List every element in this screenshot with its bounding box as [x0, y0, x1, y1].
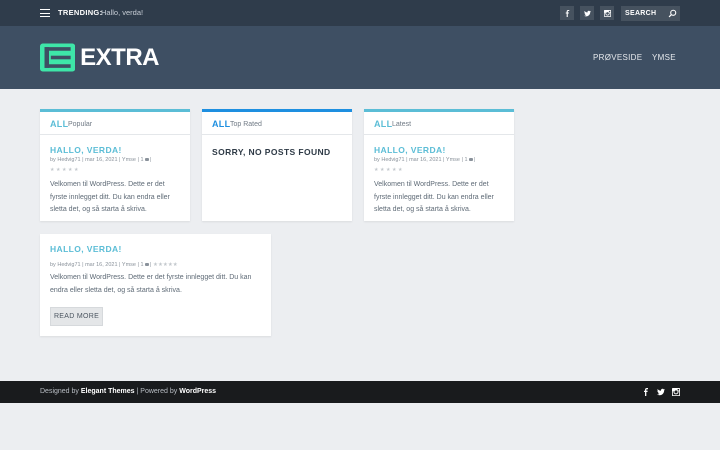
nav-item-proveside[interactable]: PRØVESIDE	[593, 53, 642, 62]
post-title-link[interactable]: HALLO, VERDA!	[50, 244, 122, 254]
widget-header: ALL Popular	[40, 112, 190, 135]
instagram-icon[interactable]	[671, 387, 681, 397]
top-rated-posts-widget: ALL Top Rated SORRY, NO POSTS FOUND	[202, 109, 352, 221]
post-card: HALLO, VERDA! by Hedvig71 | mar 16, 2021…	[40, 234, 271, 336]
post-date: mar 16, 2021	[409, 157, 442, 163]
post-meta: by Hedvig71 | mar 16, 2021 | Ymse | 1 | …	[50, 262, 178, 268]
twitter-icon[interactable]	[656, 387, 666, 397]
post-excerpt: Velkomen til WordPress. Dette er det fyr…	[50, 274, 252, 294]
author-link[interactable]: Hedvig71	[57, 157, 80, 163]
no-posts-message: SORRY, NO POSTS FOUND	[212, 147, 331, 157]
facebook-icon[interactable]	[560, 6, 574, 20]
widget-header: ALL Top Rated	[202, 112, 352, 135]
category-link[interactable]: Ymse	[446, 157, 460, 163]
post-excerpt: Velkomen til WordPress. Dette er det fyr…	[50, 181, 170, 213]
rating-stars[interactable]: ★★★★★	[50, 168, 79, 174]
comment-count[interactable]: 1	[464, 157, 467, 163]
post-meta: by Hedvig71 | mar 16, 2021 | Ymse | 1 |	[374, 157, 476, 163]
post-title-link[interactable]: HALLO, VERDA!	[50, 145, 122, 155]
footer-credits: Designed by Elegant Themes | Powered by …	[40, 388, 217, 395]
trending-label: TRENDING:	[58, 8, 103, 17]
logo-text: EXTRA	[80, 43, 159, 71]
comment-icon	[144, 158, 149, 162]
extra-logo-icon	[40, 43, 76, 72]
widget-tab-label: Top Rated	[230, 121, 262, 128]
read-more-button[interactable]: READ MORE	[50, 307, 103, 326]
tab-all[interactable]: ALL	[50, 119, 68, 129]
instagram-icon[interactable]	[600, 6, 614, 20]
post-date: mar 16, 2021	[85, 157, 118, 163]
widget-header: ALL Latest	[364, 112, 514, 135]
site-footer: Designed by Elegant Themes | Powered by …	[0, 381, 720, 403]
post-date: mar 16, 2021	[85, 262, 118, 268]
post-title-link[interactable]: HALLO, VERDA!	[374, 145, 446, 155]
rating-stars[interactable]: ★★★★★	[153, 262, 178, 268]
search-box	[621, 6, 680, 21]
comment-icon	[468, 158, 473, 162]
popular-posts-widget: ALL Popular HALLO, VERDA! by Hedvig71 | …	[40, 109, 190, 221]
rating-stars[interactable]: ★★★★★	[374, 168, 403, 174]
wordpress-link[interactable]: WordPress	[179, 388, 216, 395]
menu-icon[interactable]	[40, 9, 50, 17]
search-input[interactable]	[621, 6, 667, 21]
widget-tab-label: Popular	[68, 121, 93, 128]
comment-count[interactable]: 1	[140, 262, 143, 268]
elegant-themes-link[interactable]: Elegant Themes	[81, 388, 135, 395]
facebook-icon[interactable]	[641, 387, 651, 397]
twitter-icon[interactable]	[580, 6, 594, 20]
post-meta: by Hedvig71 | mar 16, 2021 | Ymse | 1 |	[50, 157, 152, 163]
post-excerpt: Velkomen til WordPress. Dette er det fyr…	[374, 181, 494, 213]
top-bar: TRENDING: Hallo, verda!	[0, 0, 720, 26]
nav-item-ymse[interactable]: YMSE	[652, 53, 676, 62]
site-logo[interactable]: EXTRA	[40, 42, 159, 73]
category-link[interactable]: Ymse	[122, 157, 136, 163]
author-link[interactable]: Hedvig71	[381, 157, 404, 163]
widget-tab-label: Latest	[392, 121, 412, 128]
author-link[interactable]: Hedvig71	[57, 262, 80, 268]
category-link[interactable]: Ymse	[122, 262, 136, 268]
comment-count[interactable]: 1	[140, 157, 143, 163]
tab-all[interactable]: ALL	[212, 119, 230, 129]
trending-link[interactable]: Hallo, verda!	[101, 8, 143, 17]
site-header: EXTRA PRØVESIDE YMSE	[0, 26, 720, 89]
search-icon[interactable]	[668, 9, 677, 18]
latest-posts-widget: ALL Latest HALLO, VERDA! by Hedvig71 | m…	[364, 109, 514, 221]
comment-icon	[144, 263, 149, 267]
tab-all[interactable]: ALL	[374, 119, 392, 129]
